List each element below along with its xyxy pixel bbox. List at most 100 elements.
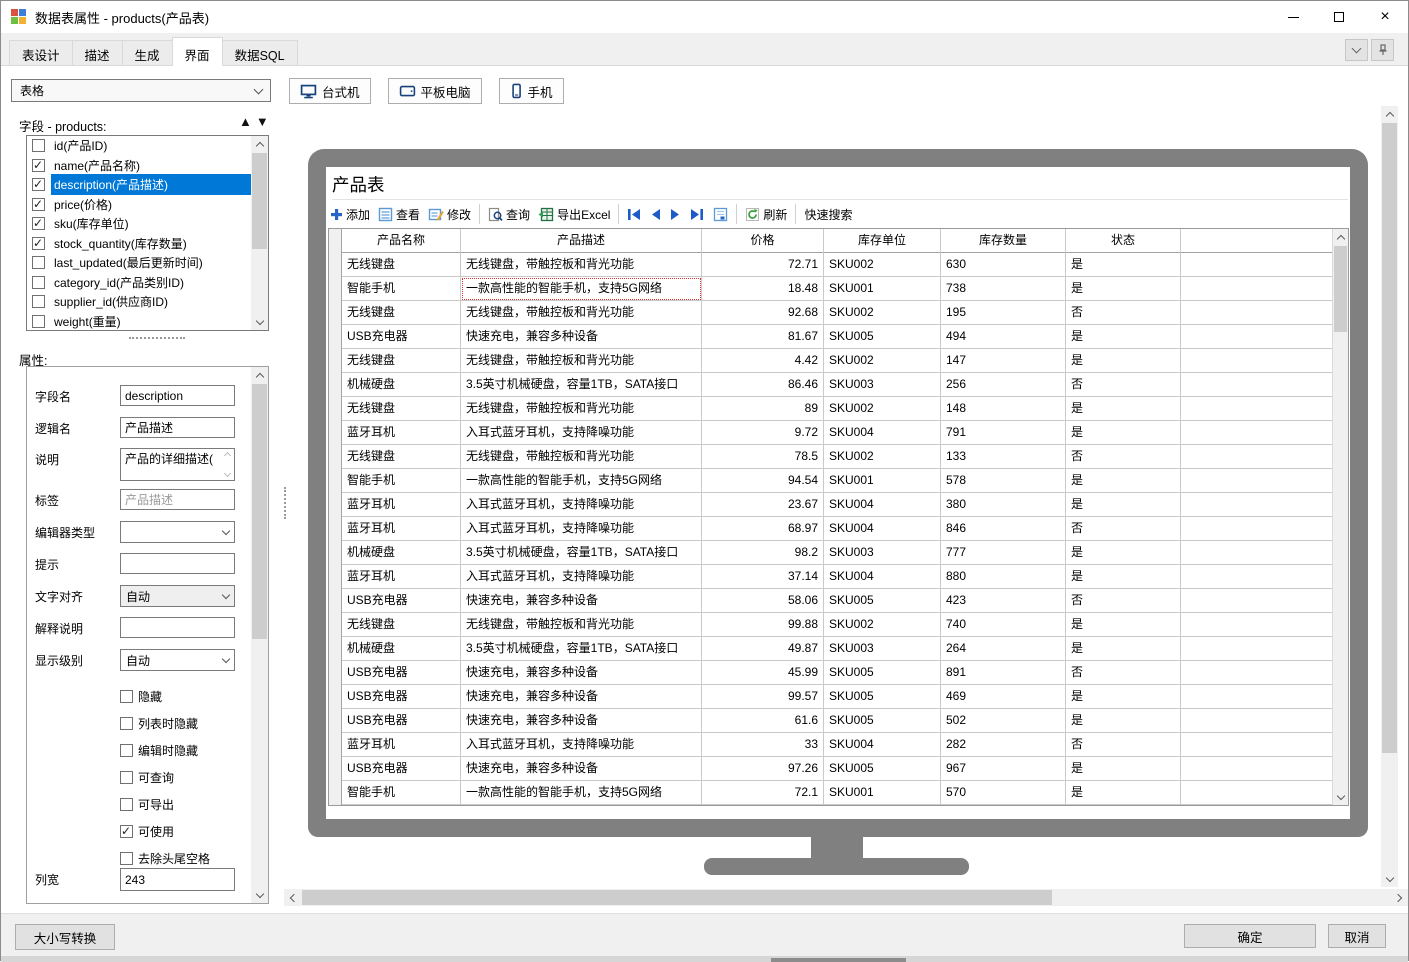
cell-qty[interactable]: 256 [941,373,1066,397]
cell-name[interactable]: USB充电器 [342,685,461,709]
cell-sku[interactable]: SKU002 [824,613,941,637]
scrollbar-thumb[interactable] [252,384,267,639]
cell-qty[interactable]: 282 [941,733,1066,757]
option-row[interactable]: 列表时隐藏 [120,710,210,737]
preview-horizontal-scrollbar[interactable] [284,889,1408,906]
cell-status[interactable]: 是 [1066,685,1181,709]
row-header-cell[interactable] [329,253,342,277]
cell-name[interactable]: 智能手机 [342,781,461,805]
goto-page-icon[interactable] [713,207,728,222]
row-header-cell[interactable] [329,613,342,637]
cell-status[interactable]: 否 [1066,733,1181,757]
cell-status[interactable]: 否 [1066,661,1181,685]
cancel-button[interactable]: 取消 [1328,924,1386,948]
cell-qty[interactable]: 469 [941,685,1066,709]
field-checkbox[interactable] [32,216,45,231]
scrollbar-thumb[interactable] [302,890,1052,905]
scroll-down-icon[interactable] [1333,789,1348,805]
table-row[interactable]: 无线键盘 无线键盘，带触控板和背光功能 99.88 SKU002 740 是 [329,613,1332,637]
option-row[interactable]: 可使用 [120,818,210,845]
cell-qty[interactable]: 133 [941,445,1066,469]
cell-name[interactable]: 蓝牙耳机 [342,565,461,589]
move-field-down-button[interactable]: ▼ [256,114,273,129]
cell-price[interactable]: 98.2 [702,541,824,565]
field-checkbox[interactable] [32,197,45,211]
table-row[interactable]: 蓝牙耳机 入耳式蓝牙耳机，支持降噪功能 23.67 SKU004 380 是 [329,493,1332,517]
option-checkbox[interactable] [120,798,133,811]
add-button[interactable]: 添加 [330,206,370,223]
column-header-price[interactable]: 价格 [702,229,824,253]
cell-desc[interactable]: 一款高性能的智能手机，支持5G网络 [461,277,702,301]
cell-price[interactable]: 4.42 [702,349,824,373]
cell-status[interactable]: 是 [1066,421,1181,445]
cell-desc[interactable]: 快速充电，兼容多种设备 [461,709,702,733]
first-page-icon[interactable] [627,208,641,221]
table-row[interactable]: USB充电器 快速充电，兼容多种设备 97.26 SKU005 967 是 [329,757,1332,781]
cell-desc[interactable]: 3.5英寸机械硬盘，容量1TB，SATA接口 [461,637,702,661]
cell-name[interactable]: 机械硬盘 [342,637,461,661]
scrollbar-thumb[interactable] [1334,246,1347,332]
previous-page-icon[interactable] [650,208,661,221]
table-row[interactable]: 机械硬盘 3.5英寸机械硬盘，容量1TB，SATA接口 49.87 SKU003… [329,637,1332,661]
cell-desc[interactable]: 入耳式蓝牙耳机，支持降噪功能 [461,421,702,445]
editor-type-select[interactable] [120,521,235,543]
cell-name[interactable]: USB充电器 [342,589,461,613]
cell-qty[interactable]: 891 [941,661,1066,685]
table-row[interactable]: 无线键盘 无线键盘，带触控板和背光功能 4.42 SKU002 147 是 [329,349,1332,373]
cell-price[interactable]: 45.99 [702,661,824,685]
cell-name[interactable]: 无线键盘 [342,253,461,277]
option-checkbox[interactable] [120,717,133,730]
cell-qty[interactable]: 740 [941,613,1066,637]
cell-price[interactable]: 9.72 [702,421,824,445]
cell-status[interactable]: 否 [1066,445,1181,469]
cell-price[interactable]: 72.71 [702,253,824,277]
cell-price[interactable]: 72.1 [702,781,824,805]
cell-sku[interactable]: SKU004 [824,493,941,517]
cell-price[interactable]: 58.06 [702,589,824,613]
text-align-select[interactable]: 自动 [120,585,235,607]
cell-desc[interactable]: 无线键盘，带触控板和背光功能 [461,253,702,277]
tabstrip-dropdown-button[interactable] [1345,39,1368,61]
cell-status[interactable]: 否 [1066,301,1181,325]
cell-sku[interactable]: SKU002 [824,397,941,421]
view-type-select[interactable]: 表格 [11,79,271,102]
cell-status[interactable]: 是 [1066,541,1181,565]
cell-name[interactable]: 蓝牙耳机 [342,733,461,757]
textarea-scroll-icons[interactable] [221,450,233,479]
cell-status[interactable]: 是 [1066,637,1181,661]
cell-price[interactable]: 78.5 [702,445,824,469]
quick-search-button[interactable]: 快速搜索 [804,206,852,223]
cell-status[interactable]: 是 [1066,325,1181,349]
cell-qty[interactable]: 738 [941,277,1066,301]
cell-price[interactable]: 18.48 [702,277,824,301]
cell-sku[interactable]: SKU004 [824,565,941,589]
cell-qty[interactable]: 502 [941,709,1066,733]
cell-sku[interactable]: SKU005 [824,685,941,709]
cell-price[interactable]: 33 [702,733,824,757]
description-textarea[interactable]: 产品的详细描述( [120,448,235,481]
tab[interactable]: 表设计 [9,40,73,65]
cell-status[interactable]: 是 [1066,277,1181,301]
option-row[interactable]: 隐藏 [120,683,210,710]
cell-sku[interactable]: SKU002 [824,445,941,469]
cell-sku[interactable]: SKU005 [824,589,941,613]
tab[interactable]: 数据SQL [221,40,298,65]
cell-price[interactable]: 81.67 [702,325,824,349]
cell-status[interactable]: 是 [1066,397,1181,421]
query-button[interactable]: 查询 [488,206,530,223]
column-header-qty[interactable]: 库存数量 [941,229,1066,253]
cell-name[interactable]: 机械硬盘 [342,541,461,565]
cell-status[interactable]: 是 [1066,469,1181,493]
field-checkbox[interactable] [32,158,45,172]
field-item[interactable]: stock_quantity(库存数量) [27,234,251,254]
scroll-up-icon[interactable] [251,367,268,383]
next-page-icon[interactable] [670,208,681,221]
cell-name[interactable]: 无线键盘 [342,349,461,373]
cell-price[interactable]: 49.87 [702,637,824,661]
table-row[interactable]: USB充电器 快速充电，兼容多种设备 45.99 SKU005 891 否 [329,661,1332,685]
cell-name[interactable]: 无线键盘 [342,445,461,469]
cell-qty[interactable]: 195 [941,301,1066,325]
cell-price[interactable]: 86.46 [702,373,824,397]
cell-sku[interactable]: SKU003 [824,373,941,397]
cell-desc[interactable]: 快速充电，兼容多种设备 [461,661,702,685]
